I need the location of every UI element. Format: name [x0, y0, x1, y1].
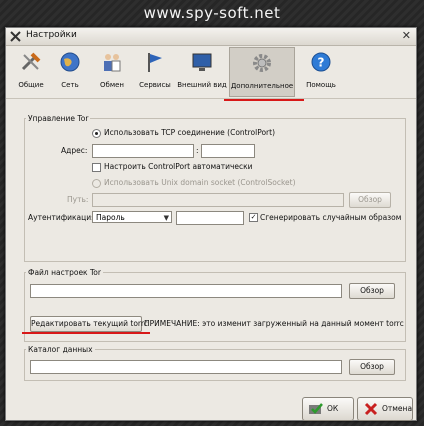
- cancel-icon: [364, 402, 378, 416]
- edit-torrc-button[interactable]: Редактировать текущий torrc: [30, 316, 148, 332]
- port-separator: :: [196, 146, 199, 155]
- ok-label: ОК: [327, 404, 339, 413]
- address-label: Адрес:: [61, 146, 88, 155]
- tab-services[interactable]: Сервисы: [134, 47, 176, 95]
- title-bar: Настройки ✕: [6, 28, 416, 46]
- monitor-icon: [192, 53, 212, 71]
- tab-advanced[interactable]: Дополнительное: [229, 47, 295, 97]
- address-input[interactable]: [92, 144, 194, 158]
- port-input[interactable]: [201, 144, 255, 158]
- tor-control-group: [24, 118, 406, 262]
- use-tcp-radio[interactable]: [92, 129, 101, 138]
- torrc-note: ПРИМЕЧАНИЕ: это изменит загруженный на д…: [144, 319, 404, 328]
- torrc-group-label: Файл настроек Tor: [26, 268, 103, 277]
- data-dir-group-label: Каталог данных: [26, 345, 95, 354]
- globe-icon: [60, 52, 80, 72]
- wrench-hammer-icon: [21, 52, 41, 71]
- window-title: Настройки: [26, 30, 77, 40]
- auth-selected-value: Пароль: [96, 213, 125, 222]
- tab-label: Дополнительное: [230, 82, 294, 90]
- tab-network[interactable]: Сеть: [52, 47, 88, 95]
- watermark: www.spy-soft.net: [143, 4, 281, 22]
- torrc-browse-button[interactable]: Обзор: [349, 283, 395, 299]
- people-icon: [104, 54, 121, 72]
- highlight-underline: [224, 99, 304, 101]
- auth-label: Аутентификация:: [28, 213, 99, 222]
- use-unix-label: Использовать Unix domain socket (Control…: [104, 178, 296, 187]
- tab-label: Помощь: [306, 81, 336, 89]
- auth-select[interactable]: Пароль ▼: [92, 211, 172, 223]
- generate-random-label: Сгенерировать случайным образом: [260, 213, 402, 222]
- help-icon: ?: [311, 52, 331, 72]
- highlight-underline: [22, 332, 150, 334]
- password-input[interactable]: [176, 211, 244, 225]
- chevron-down-icon: ▼: [163, 214, 169, 222]
- tab-help[interactable]: ? Помощь: [304, 47, 338, 95]
- tab-label: Сервисы: [139, 81, 171, 89]
- tor-control-group-label: Управление Tor: [26, 114, 91, 123]
- auto-config-label: Настроить ControlPort автоматически: [104, 162, 253, 171]
- settings-window: Настройки ✕ Общие Сеть Обмен Сервисы Вне…: [5, 27, 417, 421]
- socket-path-input[interactable]: [92, 193, 344, 207]
- flag-icon: [148, 53, 162, 72]
- data-dir-browse-button[interactable]: Обзор: [349, 359, 395, 375]
- auto-config-checkbox[interactable]: [92, 163, 101, 172]
- tor-icon: [10, 31, 21, 42]
- svg-text:?: ?: [318, 56, 325, 70]
- torrc-path-input[interactable]: [30, 284, 342, 298]
- toolbar: Общие Сеть Обмен Сервисы Внешний вид Доп…: [6, 46, 416, 99]
- tab-label: Сеть: [61, 81, 79, 89]
- tab-label: Обмен: [100, 81, 124, 89]
- cancel-button[interactable]: Отмена: [357, 397, 413, 421]
- cancel-label: Отмена: [382, 404, 413, 413]
- generate-random-checkbox[interactable]: ✓: [249, 213, 258, 222]
- socket-browse-button[interactable]: Обзор: [349, 192, 391, 208]
- gear-icon: [253, 54, 271, 72]
- close-icon[interactable]: ✕: [402, 29, 411, 42]
- tab-general[interactable]: Общие: [11, 47, 51, 95]
- ok-button[interactable]: ОК: [302, 397, 354, 421]
- use-unix-radio[interactable]: [92, 179, 101, 188]
- tab-label: Общие: [18, 81, 44, 89]
- check-icon: [309, 403, 323, 414]
- use-tcp-label: Использовать TCP соединение (ControlPort…: [104, 128, 276, 137]
- data-dir-input[interactable]: [30, 360, 342, 374]
- tab-appearance[interactable]: Внешний вид: [176, 47, 228, 95]
- tab-label: Внешний вид: [177, 81, 227, 89]
- path-label: Путь:: [67, 195, 89, 204]
- tab-sharing[interactable]: Обмен: [92, 47, 132, 95]
